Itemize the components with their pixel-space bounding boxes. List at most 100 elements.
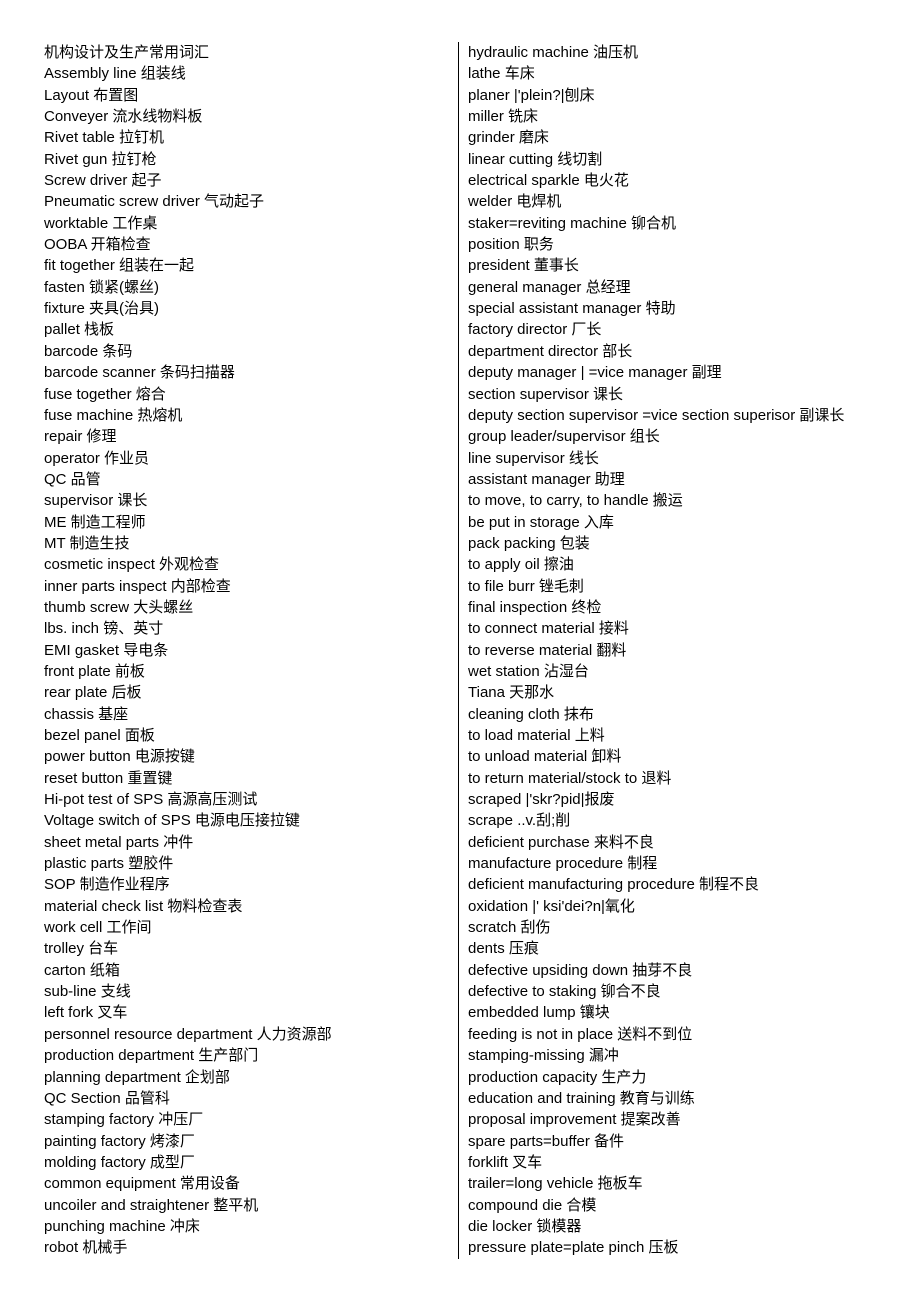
glossary-entry: Screw driver 起子	[44, 172, 162, 190]
glossary-entry: to file burr 锉毛刺	[468, 577, 584, 595]
glossary-entry: defective upsiding down 抽芽不良	[468, 961, 693, 979]
glossary-entry: molding factory 成型厂	[44, 1153, 195, 1171]
glossary-entry: Pneumatic screw driver 气动起子	[44, 193, 265, 211]
glossary-heading: 机构设计及生产常用词汇	[44, 44, 210, 61]
glossary-entry: deficient manufacturing procedure 制程不良	[468, 876, 759, 894]
glossary-entry: welder 电焊机	[468, 193, 562, 211]
glossary-entry: general manager 总经理	[468, 278, 631, 296]
glossary-entry: be put in storage 入库	[468, 513, 614, 531]
glossary-two-column-layout: 机构设计及生产常用词汇 Assembly line 组装线 Layout 布置图 Co…	[44, 42, 884, 1259]
glossary-entry: material check list 物料检查表	[44, 897, 243, 915]
glossary-entry: trolley 台车	[44, 940, 119, 958]
glossary-entry: reset button 重置键	[44, 769, 173, 787]
glossary-entry: uncoiler and straightener 整平机	[44, 1196, 259, 1214]
glossary-entry: robot 机械手	[44, 1239, 128, 1257]
glossary-entry: fasten 锁紧(螺丝)	[44, 278, 160, 296]
glossary-entry: barcode scanner 条码扫描器	[44, 364, 235, 382]
glossary-right-column: hydraulic machine 油压机 lathe 车床 planer |'pl…	[468, 42, 884, 1259]
glossary-entry: QC Section 品管科	[44, 1089, 170, 1107]
glossary-entry: scrape ..v.刮;削	[468, 812, 571, 830]
glossary-entry: department director 部长	[468, 342, 633, 360]
glossary-entry: Layout 布置图	[44, 86, 139, 104]
glossary-entry: president 董事长	[468, 257, 579, 275]
glossary-entry: miller 铣床	[468, 108, 538, 126]
glossary-entry: to reverse material 翻料	[468, 641, 627, 659]
glossary-entry: defective to staking 铆合不良	[468, 983, 661, 1001]
glossary-entry: deputy manager | =vice manager 副理	[468, 364, 722, 382]
glossary-entry: sheet metal parts 冲件	[44, 833, 194, 851]
glossary-entry: electrical sparkle 电火花	[468, 172, 629, 190]
glossary-entry: punching machine 冲床	[44, 1217, 200, 1235]
glossary-entry: ME 制造工程师	[44, 513, 146, 531]
glossary-entry: personnel resource department 人力资源部	[44, 1025, 332, 1043]
glossary-entry: Tiana 天那水	[468, 684, 555, 702]
glossary-entry: embedded lump 镶块	[468, 1004, 610, 1022]
glossary-entry: SOP 制造作业程序	[44, 876, 170, 894]
glossary-entry: proposal improvement 提案改善	[468, 1111, 681, 1129]
glossary-entry: pack packing 包装	[468, 534, 590, 552]
glossary-entry: barcode 条码	[44, 342, 133, 360]
glossary-entry: pressure plate=plate pinch 压板	[468, 1239, 679, 1257]
glossary-entry: chassis 基座	[44, 705, 129, 723]
glossary-entry: production department 生产部门	[44, 1047, 259, 1065]
glossary-entry: worktable 工作桌	[44, 214, 158, 232]
glossary-entry: fuse machine 热熔机	[44, 406, 183, 424]
glossary-entry: left fork 叉车	[44, 1004, 128, 1022]
glossary-entry: supervisor 课长	[44, 492, 148, 510]
glossary-entry: production capacity 生产力	[468, 1068, 647, 1086]
glossary-entry: inner parts inspect 内部检查	[44, 577, 231, 595]
glossary-entry: Voltage switch of SPS 电源电压接拉键	[44, 812, 300, 830]
glossary-entry: Rivet table 拉钉机	[44, 129, 165, 147]
glossary-entry: spare parts=buffer 备件	[468, 1132, 625, 1150]
glossary-entry: final inspection 终检	[468, 598, 602, 616]
glossary-entry: to move, to carry, to handle 搬运	[468, 492, 683, 510]
glossary-entry: to load material 上料	[468, 727, 605, 744]
glossary-entry: repair 修理	[44, 428, 117, 446]
glossary-entry: fuse together 熔合	[44, 385, 166, 403]
glossary-entry: QC 品管	[44, 470, 101, 488]
glossary-entry: stamping factory 冲压厂	[44, 1111, 204, 1129]
glossary-entry: oxidation |' ksi'dei?n|氧化	[468, 897, 635, 915]
glossary-entry: painting factory 烤漆厂	[44, 1132, 195, 1150]
glossary-entry: wet station 沾湿台	[468, 662, 589, 680]
glossary-entry: deficient purchase 来料不良	[468, 833, 654, 851]
glossary-entry: special assistant manager 特助	[468, 300, 676, 318]
glossary-entry: operator 作业员	[44, 449, 150, 467]
glossary-entry: thumb screw 大头螺丝	[44, 598, 194, 616]
glossary-entry: cosmetic inspect 外观检查	[44, 556, 220, 574]
glossary-entry: assistant manager 助理	[468, 470, 625, 488]
glossary-entry: lathe 车床	[468, 65, 535, 83]
glossary-entry: die locker 锁模器	[468, 1217, 582, 1235]
glossary-entry: Rivet gun 拉钉枪	[44, 150, 157, 168]
glossary-entry: EMI gasket 导电条	[44, 641, 169, 659]
glossary-entry: factory director 厂长	[468, 321, 602, 339]
glossary-entry: manufacture procedure 制程	[468, 855, 658, 873]
glossary-entry: hydraulic machine 油压机	[468, 44, 639, 61]
glossary-entry: to unload material 卸料	[468, 748, 622, 766]
glossary-entry: Conveyer 流水线物料板	[44, 108, 203, 126]
column-divider-rule	[458, 42, 459, 1259]
glossary-entry: to connect material 接料	[468, 620, 629, 638]
glossary-entry: compound die 合模	[468, 1196, 597, 1214]
glossary-entry: fit together 组装在一起	[44, 257, 195, 275]
glossary-entry: rear plate 后板	[44, 684, 142, 702]
glossary-entry: forklift 叉车	[468, 1153, 543, 1171]
glossary-entry: line supervisor 线长	[468, 449, 599, 467]
glossary-entry: cleaning cloth 抹布	[468, 705, 594, 723]
glossary-entry: position 职务	[468, 236, 554, 254]
glossary-entry: scratch 刮伤	[468, 919, 551, 937]
glossary-left-column: 机构设计及生产常用词汇 Assembly line 组装线 Layout 布置图 Co…	[44, 42, 458, 1259]
glossary-entry: group leader/supervisor 组长	[468, 428, 660, 446]
glossary-entry: OOBA 开箱检查	[44, 236, 151, 254]
glossary-entry: linear cutting 线切割	[468, 150, 603, 168]
glossary-entry: lbs. inch 镑、英寸	[44, 620, 164, 638]
glossary-entry: education and training 教育与训练	[468, 1089, 695, 1107]
glossary-entry: dents 压痕	[468, 940, 539, 958]
glossary-entry: planning department 企划部	[44, 1068, 230, 1086]
glossary-entry: to return material/stock to 退料	[468, 769, 672, 787]
glossary-entry: to apply oil 擦油	[468, 556, 574, 574]
glossary-entry: Assembly line 组装线	[44, 65, 186, 83]
glossary-entry: sub-line 支线	[44, 983, 131, 1001]
glossary-entry: grinder 磨床	[468, 129, 549, 147]
glossary-entry: work cell 工作间	[44, 919, 152, 937]
